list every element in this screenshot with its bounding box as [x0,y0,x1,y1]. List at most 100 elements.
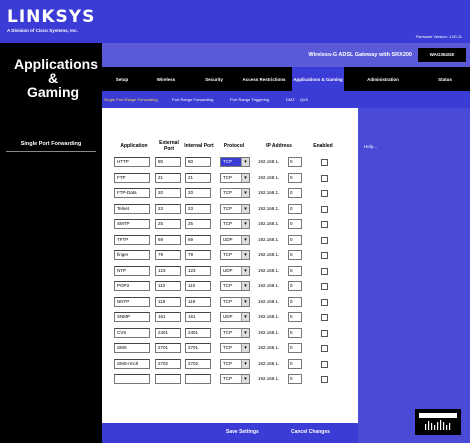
external-port-input[interactable] [155,374,181,384]
enabled-checkbox[interactable] [321,361,328,368]
ip-last-octet-input[interactable]: 0 [288,250,302,260]
internal-port-input[interactable]: 2701 [185,343,211,353]
tab-wireless[interactable]: Wireless [142,67,190,91]
ip-last-octet-input[interactable]: 0 [288,235,302,245]
ip-last-octet-input[interactable]: 0 [288,281,302,291]
application-name-input[interactable]: POP3 [114,281,150,291]
ip-last-octet-input[interactable]: 0 [288,328,302,338]
enabled-checkbox[interactable] [321,330,328,337]
ip-last-octet-input[interactable]: 0 [288,297,302,307]
internal-port-input[interactable]: 161 [185,312,211,322]
help-link[interactable]: Help... [364,144,377,149]
enabled-checkbox[interactable] [321,299,328,306]
internal-port-input[interactable]: 80 [185,157,211,167]
enabled-checkbox[interactable] [321,159,328,166]
internal-port-input[interactable]: 2702 [185,359,211,369]
internal-port-input[interactable] [185,374,211,384]
external-port-input[interactable]: 119 [155,297,181,307]
external-port-input[interactable]: 110 [155,281,181,291]
application-name-input[interactable]: Telnet [114,204,150,214]
chevron-down-icon[interactable]: ▾ [241,267,249,275]
subtab-port-range-forwarding[interactable]: Port Range Forwarding [172,97,213,102]
chevron-down-icon[interactable]: ▾ [241,375,249,383]
chevron-down-icon[interactable]: ▾ [241,189,249,197]
enabled-checkbox[interactable] [321,376,328,383]
protocol-select[interactable]: TCP ▾ [220,297,250,307]
internal-port-input[interactable]: 21 [185,173,211,183]
protocol-select[interactable]: TCP ▾ [220,374,250,384]
chevron-down-icon[interactable]: ▾ [241,313,249,321]
ip-last-octet-input[interactable]: 0 [288,219,302,229]
chevron-down-icon[interactable]: ▾ [241,174,249,182]
application-name-input[interactable]: NNTP [114,297,150,307]
ip-last-octet-input[interactable]: 0 [288,157,302,167]
protocol-select[interactable]: UDP ▾ [220,312,250,322]
cancel-changes-button[interactable]: Cancel Changes [291,429,330,435]
application-name-input[interactable]: HTTP [114,157,150,167]
application-name-input[interactable]: SNMP [114,312,150,322]
tab-status[interactable]: Status [420,67,470,91]
tab-administration[interactable]: Administration [346,67,420,91]
enabled-checkbox[interactable] [321,252,328,259]
enabled-checkbox[interactable] [321,268,328,275]
protocol-select[interactable]: UDP ▾ [220,266,250,276]
save-settings-button[interactable]: Save Settings [226,429,259,435]
external-port-input[interactable]: 80 [155,157,181,167]
protocol-select[interactable]: TCP ▾ [220,219,250,229]
protocol-select[interactable]: TCP ▾ [220,173,250,183]
external-port-input[interactable]: 2702 [155,359,181,369]
enabled-checkbox[interactable] [321,175,328,182]
subtab-single-port-range-forwarding[interactable]: Single Port Range Forwarding [104,97,158,102]
internal-port-input[interactable]: 110 [185,281,211,291]
protocol-select[interactable]: TCP ▾ [220,204,250,214]
chevron-down-icon[interactable]: ▾ [241,298,249,306]
enabled-checkbox[interactable] [321,314,328,321]
tab-security[interactable]: Security [190,67,238,91]
external-port-input[interactable]: 69 [155,235,181,245]
application-name-input[interactable]: FTP [114,173,150,183]
application-name-input[interactable]: finger [114,250,150,260]
application-name-input[interactable]: NTP [114,266,150,276]
external-port-input[interactable]: 79 [155,250,181,260]
ip-last-octet-input[interactable]: 0 [288,343,302,353]
protocol-select[interactable]: TCP ▾ [220,359,250,369]
tab-access-restrictions[interactable]: Access Restrictions [238,67,290,91]
enabled-checkbox[interactable] [321,345,328,352]
protocol-select[interactable]: TCP ▾ [220,188,250,198]
application-name-input[interactable]: SMTP [114,219,150,229]
chevron-down-icon[interactable]: ▾ [241,236,249,244]
external-port-input[interactable]: 123 [155,266,181,276]
ip-last-octet-input[interactable]: 0 [288,359,302,369]
application-name-input[interactable]: TFTP [114,235,150,245]
internal-port-input[interactable]: 69 [185,235,211,245]
application-name-input[interactable] [114,374,150,384]
subtab-dmz[interactable]: DMZ [286,97,295,102]
ip-last-octet-input[interactable]: 0 [288,204,302,214]
internal-port-input[interactable]: 2401 [185,328,211,338]
ip-last-octet-input[interactable]: 0 [288,374,302,384]
ip-last-octet-input[interactable]: 0 [288,312,302,322]
internal-port-input[interactable]: 20 [185,188,211,198]
application-name-input[interactable]: FTP-Data [114,188,150,198]
enabled-checkbox[interactable] [321,237,328,244]
enabled-checkbox[interactable] [321,221,328,228]
chevron-down-icon[interactable]: ▾ [241,360,249,368]
ip-last-octet-input[interactable]: 0 [288,188,302,198]
external-port-input[interactable]: 23 [155,204,181,214]
chevron-down-icon[interactable]: ▾ [241,282,249,290]
external-port-input[interactable]: 20 [155,188,181,198]
protocol-select[interactable]: UDP ▾ [220,235,250,245]
protocol-select[interactable]: TCP ▾ [220,328,250,338]
external-port-input[interactable]: 25 [155,219,181,229]
chevron-down-icon[interactable]: ▾ [241,344,249,352]
chevron-down-icon[interactable]: ▾ [241,158,249,166]
ip-last-octet-input[interactable]: 0 [288,266,302,276]
enabled-checkbox[interactable] [321,190,328,197]
protocol-select[interactable]: TCP ▾ [220,343,250,353]
application-name-input[interactable]: CVS [114,328,150,338]
protocol-select[interactable]: TCP ▾ [220,281,250,291]
protocol-select[interactable]: TCP ▾ [220,250,250,260]
internal-port-input[interactable]: 23 [185,204,211,214]
enabled-checkbox[interactable] [321,206,328,213]
internal-port-input[interactable]: 25 [185,219,211,229]
